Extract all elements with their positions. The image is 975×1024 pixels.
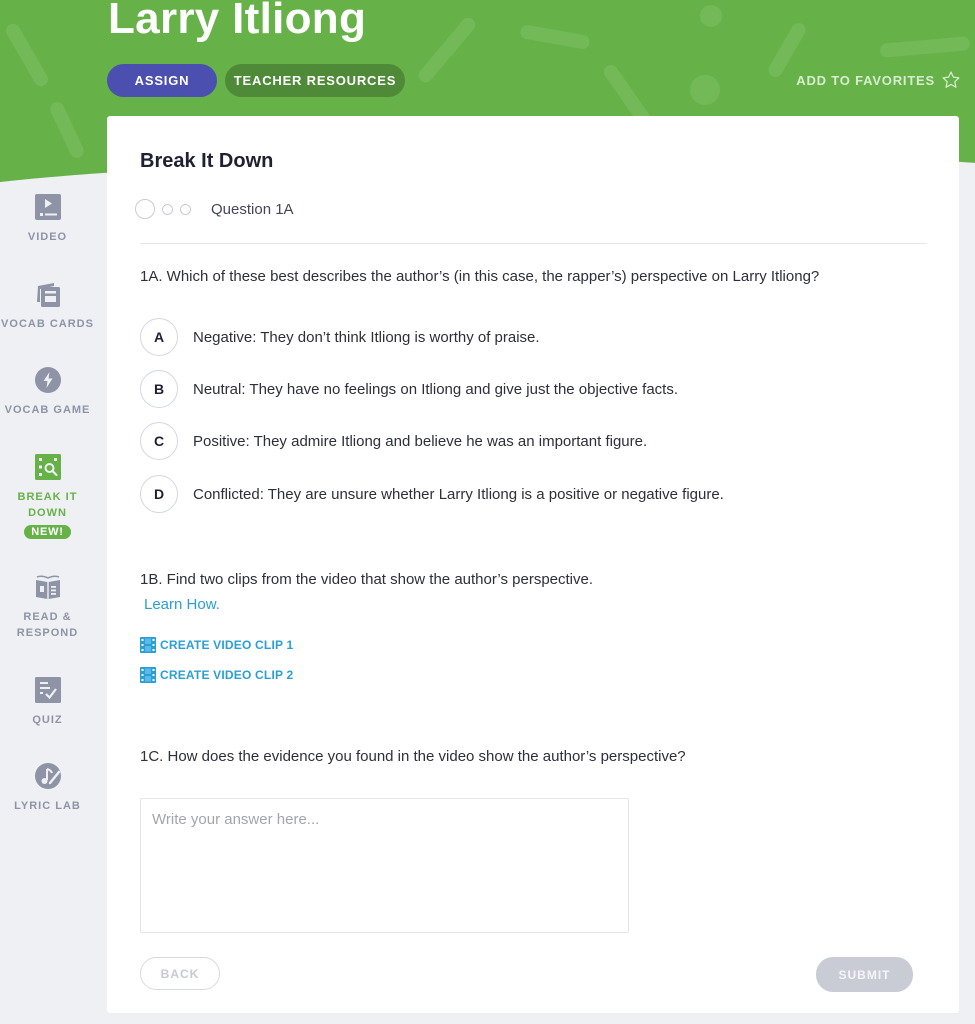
sidebar-item-label: QUIZ — [32, 714, 63, 726]
sidebar-item-label: READ & RESPOND — [16, 611, 79, 639]
create-video-clip-1-button[interactable]: CREATE VIDEO CLIP 1 — [140, 637, 293, 653]
page-title: Larry Itliong — [108, 0, 367, 43]
lyric-lab-icon — [34, 763, 61, 789]
vocab-cards-icon — [36, 283, 60, 307]
decorative-squiggle — [415, 14, 479, 86]
choice-text: Negative: They don’t think Itliong is wo… — [193, 328, 540, 346]
progress-dot[interactable] — [162, 203, 173, 215]
back-button[interactable]: BACK — [140, 957, 220, 990]
sidebar-item-label: BREAK IT DOWN — [17, 491, 78, 519]
teacher-resources-button[interactable]: TEACHER RESOURCES — [225, 64, 405, 97]
choice-a[interactable]: A Negative: They don’t think Itliong is … — [140, 318, 540, 356]
assign-button[interactable]: ASSIGN — [107, 64, 217, 97]
choice-letter: D — [140, 475, 178, 513]
choice-c[interactable]: C Positive: They admire Itliong and beli… — [140, 422, 647, 460]
choice-text: Neutral: They have no feelings on Itlion… — [193, 380, 679, 398]
film-icon — [140, 667, 156, 683]
add-to-favorites-label: ADD TO FAVORITES — [796, 72, 935, 88]
clip-label: CREATE VIDEO CLIP 2 — [160, 668, 294, 682]
progress-dot[interactable] — [180, 203, 191, 215]
choice-letter: B — [140, 370, 178, 408]
clip-label: CREATE VIDEO CLIP 1 — [160, 638, 294, 652]
video-icon — [34, 194, 61, 220]
choice-b[interactable]: B Neutral: They have no feelings on Itli… — [140, 370, 678, 408]
sidebar-item-label: VOCAB GAME — [4, 404, 91, 416]
sidebar-item-video[interactable]: VIDEO — [0, 193, 95, 245]
choice-text: Positive: They admire Itliong and believ… — [193, 432, 648, 450]
progress-label: Question 1A — [211, 200, 294, 218]
divider — [140, 243, 927, 244]
choice-letter: A — [140, 318, 178, 356]
decorative-squiggle — [700, 5, 722, 27]
progress-dot-current[interactable] — [135, 199, 155, 219]
decorative-squiggle — [879, 36, 971, 58]
sidebar-item-vocab-game[interactable]: VOCAB GAME — [0, 366, 95, 418]
quiz-icon — [34, 677, 61, 703]
add-to-favorites-button[interactable]: ADD TO FAVORITES — [796, 70, 961, 90]
choice-d[interactable]: D Conflicted: They are unsure whether La… — [140, 475, 724, 513]
sidebar-item-read-respond[interactable]: READ & RESPOND — [0, 573, 95, 641]
question-1b-text: 1B. Find two clips from the video that s… — [140, 571, 594, 588]
lightning-icon — [34, 367, 61, 393]
answer-textarea[interactable] — [140, 798, 629, 933]
new-badge: NEW! — [24, 525, 71, 539]
break-it-down-icon — [34, 454, 61, 480]
decorative-squiggle — [47, 99, 87, 161]
sidebar-item-vocab-cards[interactable]: VOCAB CARDS — [0, 280, 95, 332]
sidebar-item-label: VOCAB CARDS — [1, 318, 94, 330]
create-video-clip-2-button[interactable]: CREATE VIDEO CLIP 2 — [140, 667, 293, 683]
section-title: Break It Down — [140, 150, 274, 172]
decorative-squiggle — [519, 24, 591, 50]
learn-how-link[interactable]: Learn How. — [144, 596, 220, 613]
decorative-squiggle — [690, 75, 720, 105]
choice-text: Conflicted: They are unsure whether Larr… — [193, 485, 724, 503]
sidebar-item-label: LYRIC LAB — [14, 800, 81, 812]
submit-button[interactable]: SUBMIT — [816, 957, 913, 992]
question-1a-text: 1A. Which of these best describes the au… — [140, 268, 820, 285]
decorative-squiggle — [3, 21, 51, 89]
choice-letter: C — [140, 422, 178, 460]
sidebar-item-break-it-down[interactable]: BREAK IT DOWN NEW! — [0, 453, 95, 539]
break-it-down-card: Break It Down Question 1A 1A. Which of t… — [107, 116, 959, 1013]
star-outline-icon — [942, 71, 960, 88]
question-progress: Question 1A — [135, 199, 294, 219]
sidebar-item-lyric-lab[interactable]: LYRIC LAB — [0, 762, 95, 814]
sidebar-item-quiz[interactable]: QUIZ — [0, 676, 95, 728]
question-1c-text: 1C. How does the evidence you found in t… — [140, 748, 686, 765]
sidebar-item-label: VIDEO — [27, 231, 68, 243]
book-icon — [35, 575, 60, 599]
film-icon — [140, 637, 156, 653]
